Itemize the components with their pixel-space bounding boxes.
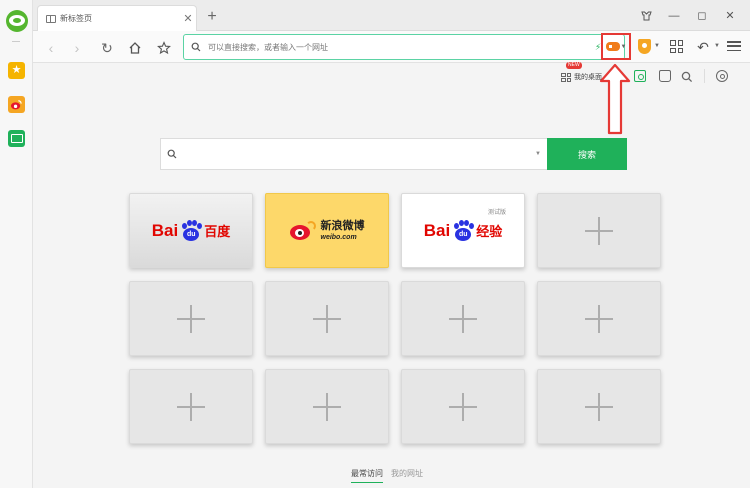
chevron-down-icon[interactable]: ▼ (714, 43, 720, 49)
tab-page-icon (46, 14, 56, 23)
undo-icon[interactable]: ↶ (694, 38, 712, 56)
maximize-button[interactable]: ◻ (690, 6, 714, 26)
folder-icon[interactable] (8, 130, 25, 147)
tile-empty[interactable] (537, 193, 661, 268)
tile-empty[interactable] (401, 281, 525, 356)
plus-icon (585, 216, 613, 245)
plus-icon (449, 304, 477, 333)
plus-icon (177, 304, 205, 333)
plus-icon (585, 392, 613, 421)
new-tab-button[interactable]: + (203, 8, 221, 26)
baidu-brand-text: Bai (151, 220, 179, 240)
page-search-icon[interactable] (681, 70, 693, 83)
tile-baidu[interactable]: Bai du 百度 (129, 193, 253, 268)
tile-weibo[interactable]: 新浪微博 weibo.com (265, 193, 389, 268)
weibo-domain-text: weibo.com (320, 233, 357, 241)
plus-icon (313, 392, 341, 421)
skin-icon[interactable] (634, 6, 658, 26)
settings-icon[interactable] (716, 70, 728, 82)
tab-close-icon[interactable]: ✕ (180, 12, 196, 25)
search-icon (161, 149, 183, 159)
tab-my-urls[interactable]: 我的网址 (391, 468, 423, 483)
desktop-icon (561, 72, 571, 82)
favorites-icon[interactable]: ★ (8, 62, 25, 79)
refresh-icon[interactable]: ↻ (97, 38, 117, 58)
grid-icon[interactable] (670, 40, 683, 53)
weibo-logo: 新浪微博 weibo.com (289, 219, 365, 241)
plus-icon (177, 392, 205, 421)
annotation-arrow (599, 63, 631, 135)
plus-icon (313, 304, 341, 333)
browser-logo (6, 10, 28, 32)
tile-empty[interactable] (129, 281, 253, 356)
tab-most-visited[interactable]: 最常访问 (351, 468, 383, 483)
baidu-cn-text: 百度 (204, 224, 231, 239)
weibo-cn-text: 新浪微博 (320, 219, 365, 232)
chevron-down-icon: ▼ (620, 43, 627, 50)
tile-empty[interactable] (265, 281, 389, 356)
window-controls: — ◻ ✕ (634, 6, 742, 26)
speed-dial-grid: Bai du 百度 新浪微博 weibo.com 测试版 Bai du 经验 (129, 193, 661, 444)
forward-icon[interactable]: › (67, 38, 87, 58)
bag-icon[interactable] (659, 70, 671, 82)
my-desktop-label: 我的桌面 (574, 74, 602, 81)
bottom-tabs: 最常访问 我的网址 (351, 468, 423, 483)
baidu-paw-icon: du (452, 219, 475, 242)
toolbar-divider (704, 69, 705, 83)
tab-title: 新标签页 (60, 14, 92, 23)
sidebar-divider (12, 41, 20, 42)
search-box: ▼ (160, 138, 547, 170)
search-icon (184, 42, 208, 52)
search-input[interactable] (183, 139, 529, 169)
tile-empty[interactable] (129, 369, 253, 444)
weibo-eye-icon (289, 220, 316, 241)
home-icon[interactable] (125, 38, 145, 58)
navigation-toolbar: ‹ › ↻ ⚡ ﹀ ▼ ▼ ↶ ▼ (33, 31, 750, 63)
tile-baidu-jingyan[interactable]: 测试版 Bai du 经验 (401, 193, 525, 268)
game-center-button[interactable]: ▼ (601, 33, 631, 60)
weibo-sidebar-icon[interactable] (8, 96, 25, 113)
tile-empty[interactable] (401, 369, 525, 444)
new-badge: NEW (566, 62, 582, 69)
left-sidebar: ★ (0, 0, 33, 488)
new-tab-page: NEW 我的桌面 ▼ 搜索 Bai du 百度 新浪微博 weibo.com 测… (33, 62, 750, 488)
shield-icon[interactable] (638, 39, 651, 54)
gamepad-icon (605, 42, 620, 51)
back-icon[interactable]: ‹ (41, 38, 61, 58)
my-desktop-button[interactable]: 我的桌面 (561, 69, 602, 85)
jingyan-brand-text: Bai (423, 220, 451, 240)
plus-icon (585, 304, 613, 333)
address-bar: ⚡ ﹀ (183, 34, 625, 60)
tile-empty[interactable] (537, 369, 661, 444)
search-button[interactable]: 搜索 (547, 138, 627, 170)
baidu-jingyan-logo: Bai du 经验 (423, 219, 503, 242)
search-engine-dropdown-icon[interactable]: ▼ (529, 151, 547, 157)
tab-new-tab[interactable]: 新标签页 ✕ (37, 5, 197, 31)
minimize-button[interactable]: — (662, 6, 686, 26)
baidu-paw-icon: du (180, 219, 203, 242)
menu-icon[interactable] (727, 39, 741, 53)
star-icon[interactable] (154, 38, 174, 58)
tile-empty[interactable] (537, 281, 661, 356)
close-button[interactable]: ✕ (718, 6, 742, 26)
tab-strip: 新标签页 ✕ + — ◻ ✕ (33, 0, 750, 31)
tile-empty[interactable] (265, 369, 389, 444)
jingyan-beta-text: 测试版 (488, 210, 507, 216)
chevron-down-icon[interactable]: ▼ (654, 43, 660, 49)
plus-icon (449, 392, 477, 421)
address-input[interactable] (208, 42, 592, 52)
camera-icon[interactable] (634, 70, 646, 82)
jingyan-cn-text: 经验 (476, 224, 503, 239)
baidu-logo: Bai du 百度 (151, 219, 231, 242)
